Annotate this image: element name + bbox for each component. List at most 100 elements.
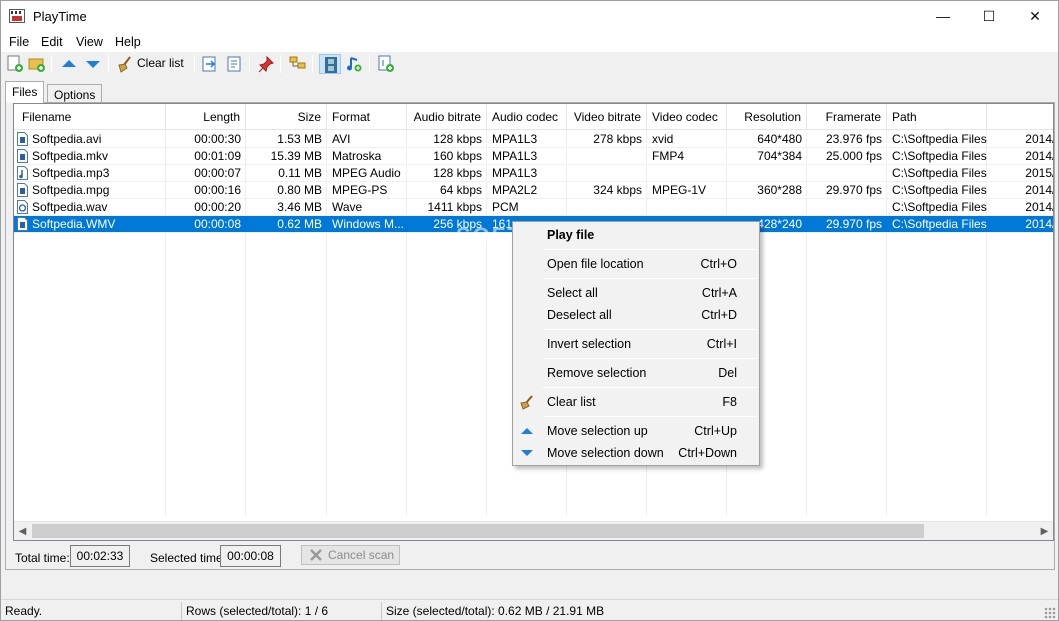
column-header[interactable]: Filename [14,104,166,130]
table-cell: xvid [652,132,674,146]
pin-button[interactable] [255,54,277,74]
menu-item-move-selection-down[interactable]: Move selection down Ctrl+Down [515,442,757,464]
column-header[interactable]: Framerate [807,104,887,130]
table-row[interactable]: Softpedia.wav 00:00:20 3.46 MB Wave 1411 kbp… [14,199,1053,216]
table-cell: 0.11 MB [278,166,322,180]
cancel-icon [310,549,322,561]
column-header[interactable]: Length [166,104,246,130]
menu-item-label: Select all [547,286,598,300]
total-time-label: Total time: [15,551,70,565]
table-cell [807,165,887,182]
app-window: PlayTime — ☐ ✕ File Edit View Help Clear… [0,0,1059,621]
column-header[interactable]: Resolution [727,104,807,130]
list-header: Filename Length Size Format Audio bitrate Aud… [14,104,1053,130]
table-cell: PCM [492,200,519,214]
table-row[interactable]: Softpedia.mpg 00:00:16 0.80 MB MPEG-PS 64 kb… [14,182,1053,199]
table-row[interactable]: Softpedia.mkv 00:01:09 15.39 MB Matroska 160… [14,148,1053,165]
table-cell: 3.46 MB [277,200,322,214]
table-cell: C:\Softpedia Files [892,183,987,197]
menu-view[interactable]: View [76,35,103,49]
status-size: Size (selected/total): 0.62 MB / 21.91 M… [386,604,605,618]
move-up-button[interactable] [58,54,80,74]
table-cell: C:\Softpedia Files [892,217,987,231]
table-cell: Windows M... [332,217,405,231]
toolbar-separator [51,55,52,73]
menu-item-shortcut: Ctrl+O [700,257,737,271]
table-cell: C:\Softpedia Files [892,132,987,146]
menu-item-remove-selection[interactable]: Remove selection Del [515,362,757,384]
export-button[interactable] [199,54,221,74]
table-cell [807,199,887,216]
table-cell: 2014/0 [1025,217,1053,231]
table-cell: Softpedia.wav [32,200,108,214]
column-header[interactable] [987,104,1053,130]
add-folder-icon [28,58,45,72]
cancel-scan-button[interactable]: Cancel scan [301,545,400,565]
menu-separator [543,358,757,359]
menu-item-shortcut: Ctrl+D [701,308,737,322]
close-button[interactable]: ✕ [1012,1,1058,32]
table-cell: Matroska [332,149,382,163]
clear-list-button[interactable]: Clear list [113,54,189,74]
maximize-button[interactable]: ☐ [966,1,1012,32]
menu-separator [543,249,757,250]
add-files-button[interactable] [4,54,26,74]
column-header[interactable]: Video codec [647,104,727,130]
table-cell: MPA1L3 [492,166,538,180]
menu-item-play-file[interactable]: Play file [515,224,757,246]
table-row[interactable]: Softpedia.avi 00:00:30 1.53 MB AVI 128 kbps M… [14,131,1053,148]
horizontal-scrollbar[interactable]: ◀ ▶ [14,521,1053,540]
move-down-button[interactable] [82,54,104,74]
column-header[interactable]: Audio codec [487,104,567,130]
menu-item-deselect-all[interactable]: Deselect all Ctrl+D [515,304,757,326]
broom-icon [118,56,131,73]
menu-item-shortcut: Ctrl+I [706,337,737,351]
table-cell: 324 kbps [593,183,642,197]
menu-help[interactable]: Help [115,35,141,49]
menu-item-move-selection-up[interactable]: Move selection up Ctrl+Up [515,420,757,442]
scrollbar-thumb[interactable] [32,524,924,538]
menu-item-clear-list[interactable]: Clear list F8 [515,391,757,413]
table-cell: 0.62 MB [277,217,322,231]
status-divider [381,602,382,620]
column-header[interactable]: Video bitrate [567,104,647,130]
report-button[interactable] [223,54,245,74]
scroll-left-icon[interactable]: ◀ [14,522,31,540]
broom-icon [519,394,535,410]
table-cell: 2014/0 [1025,183,1053,197]
tab-files[interactable]: Files [5,81,45,103]
audio-filter-button[interactable] [343,54,365,74]
menu-item-invert-selection[interactable]: Invert selection Ctrl+I [515,333,757,355]
table-cell [567,199,647,216]
column-header[interactable]: Size [246,104,327,130]
add-folder-button[interactable] [26,54,48,74]
table-cell [647,165,727,182]
table-cell: C:\Softpedia Files [892,166,987,180]
table-cell: 00:01:09 [194,149,241,163]
menu-item-open-file-location[interactable]: Open file location Ctrl+O [515,253,757,275]
menu-edit[interactable]: Edit [41,35,63,49]
column-header[interactable]: Format [327,104,407,130]
video-filter-button[interactable] [319,54,341,74]
add-media-button[interactable] [375,54,397,74]
column-header[interactable]: Path [887,104,987,130]
resize-grip[interactable] [1044,607,1056,619]
table-row[interactable]: Softpedia.mp3 00:00:07 0.11 MB MPEG Audio 12… [14,165,1053,182]
status-rows: Rows (selected/total): 1 / 6 [186,604,329,618]
menu-file[interactable]: File [9,35,29,49]
toolbar: Clear list [1,52,1058,76]
table-cell: MPA2L2 [492,183,538,197]
pin-icon [258,55,274,73]
table-cell: Softpedia.mpg [32,183,110,197]
menu-item-shortcut: Ctrl+Up [694,424,737,438]
column-header[interactable]: Audio bitrate [407,104,487,130]
table-cell: 64 kbps [439,183,482,197]
minimize-button[interactable]: — [920,1,966,32]
scroll-right-icon[interactable]: ▶ [1036,522,1053,540]
tab-options[interactable]: Options [47,84,103,103]
menu-item-select-all[interactable]: Select all Ctrl+A [515,282,757,304]
table-cell: 23.976 fps [825,132,882,146]
tree-view-button[interactable] [287,54,309,74]
report-icon [227,56,241,72]
table-cell: Wave [332,200,363,214]
